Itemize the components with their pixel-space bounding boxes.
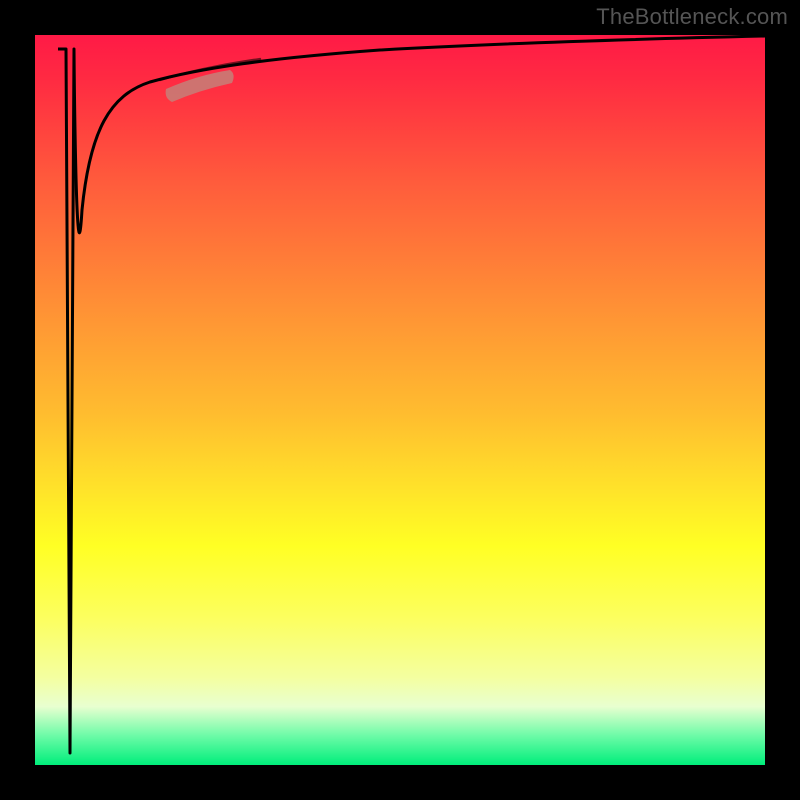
- plot-area: [35, 35, 765, 765]
- chart-frame: TheBottleneck.com: [0, 0, 800, 800]
- attribution-label: TheBottleneck.com: [596, 4, 788, 30]
